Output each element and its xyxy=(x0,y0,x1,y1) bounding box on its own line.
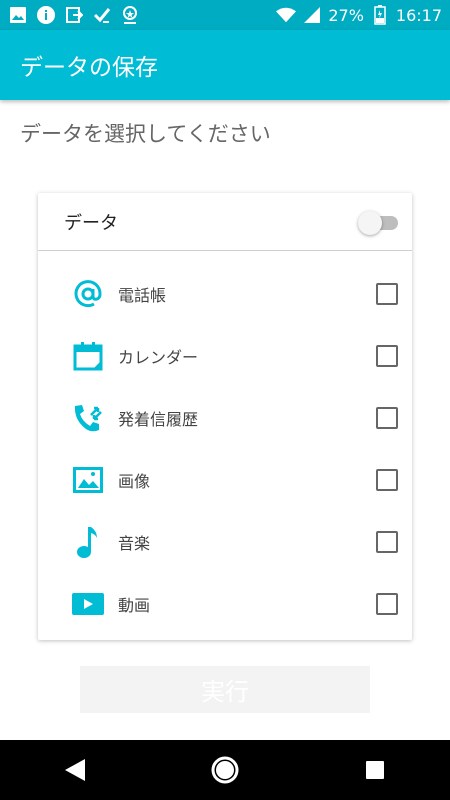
at-icon xyxy=(70,276,106,312)
list-item-label: 音楽 xyxy=(118,534,151,553)
data-selection-card: データ 電話帳 カレンダー 発着信履歴 画像 音楽 動画 xyxy=(38,193,412,640)
list-item-video[interactable]: 動画 xyxy=(38,573,412,635)
contacts-checkbox[interactable] xyxy=(376,283,398,305)
battery-percent: 27% xyxy=(328,5,364,25)
status-bar: 27% 16:17 xyxy=(0,0,450,30)
music-note-icon xyxy=(70,524,106,560)
call-log-icon xyxy=(70,400,106,436)
status-time: 16:17 xyxy=(395,5,442,25)
list-item-label: 発着信履歴 xyxy=(118,410,199,429)
battery-icon xyxy=(370,5,390,25)
back-button[interactable] xyxy=(45,740,105,800)
home-icon xyxy=(211,756,239,784)
toggle-thumb xyxy=(358,210,382,235)
location-icon xyxy=(120,5,140,25)
list-item-label: 画像 xyxy=(118,472,151,491)
recents-icon xyxy=(366,761,384,779)
back-icon xyxy=(65,759,85,781)
video-icon xyxy=(70,586,106,622)
image-icon xyxy=(70,462,106,498)
list-item-contacts[interactable]: 電話帳 xyxy=(38,263,412,325)
data-type-list: 電話帳 カレンダー 発着信履歴 画像 音楽 動画 xyxy=(38,251,412,635)
image-icon xyxy=(8,5,28,25)
execute-button[interactable]: 実行 xyxy=(80,666,370,713)
status-right-icons: 27% 16:17 xyxy=(276,5,442,25)
list-item-images[interactable]: 画像 xyxy=(38,449,412,511)
list-item-music[interactable]: 音楽 xyxy=(38,511,412,573)
images-checkbox[interactable] xyxy=(376,469,398,491)
home-button[interactable] xyxy=(195,740,255,800)
all-data-toggle[interactable] xyxy=(358,210,398,235)
select-data-prompt: データを選択してください xyxy=(20,122,271,146)
video-checkbox[interactable] xyxy=(376,593,398,615)
calendar-checkbox[interactable] xyxy=(376,345,398,367)
list-item-calendar[interactable]: カレンダー xyxy=(38,325,412,387)
info-icon xyxy=(36,5,56,25)
list-item-call-log[interactable]: 発着信履歴 xyxy=(38,387,412,449)
list-item-label: 動画 xyxy=(118,596,151,615)
music-checkbox[interactable] xyxy=(376,531,398,553)
wifi-icon xyxy=(276,5,297,25)
list-item-label: カレンダー xyxy=(118,348,199,367)
navigation-bar xyxy=(0,740,450,800)
app-bar: データの保存 xyxy=(0,30,450,100)
call-log-checkbox[interactable] xyxy=(376,407,398,429)
calendar-icon xyxy=(70,338,106,374)
card-header: データ xyxy=(38,193,412,251)
recents-button[interactable] xyxy=(345,740,405,800)
check-icon xyxy=(92,5,112,25)
list-item-label: 電話帳 xyxy=(118,286,167,305)
signal-icon xyxy=(302,5,322,25)
page-title: データの保存 xyxy=(20,55,158,81)
all-data-label: データ xyxy=(64,212,118,234)
status-left-icons xyxy=(8,5,140,25)
export-icon xyxy=(64,5,84,25)
